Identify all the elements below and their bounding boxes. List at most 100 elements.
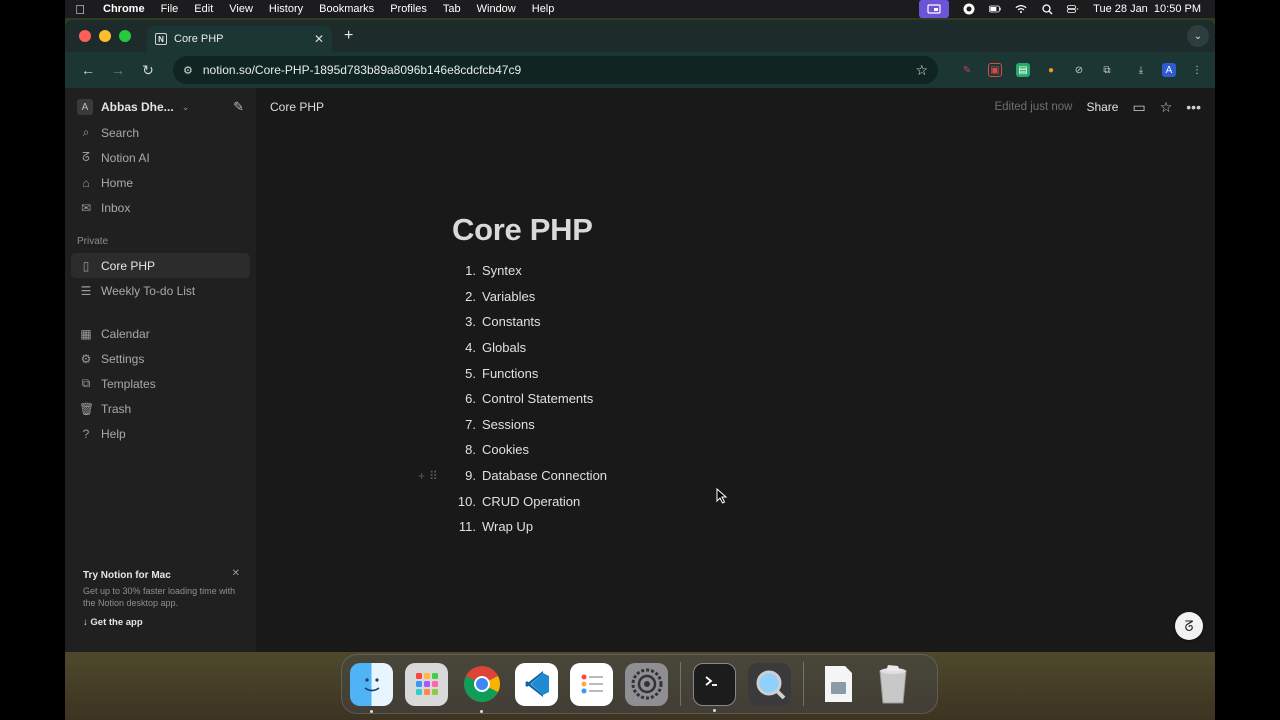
battery-icon[interactable]: [989, 4, 1001, 14]
menu-view[interactable]: View: [221, 3, 261, 15]
menubar-clock[interactable]: Tue 28 Jan 10:50 PM: [1093, 3, 1201, 15]
quicktime-app-icon[interactable]: [748, 662, 791, 706]
new-tab-button[interactable]: +: [344, 27, 353, 45]
chrome-app-icon[interactable]: [460, 663, 503, 713]
list-item[interactable]: 1. Syntex: [452, 258, 607, 284]
favorite-star-icon[interactable]: ☆: [1160, 99, 1173, 116]
close-tab-icon[interactable]: ✕: [314, 32, 324, 46]
new-page-icon[interactable]: ✎: [233, 99, 244, 115]
list-item[interactable]: 4. Globals: [452, 335, 607, 361]
list-text[interactable]: Functions: [482, 366, 538, 381]
url-text[interactable]: notion.so/Core-PHP-1895d783b89a8096b146e…: [203, 63, 521, 77]
list-item[interactable]: 2. Variables: [452, 284, 607, 310]
menu-help[interactable]: Help: [524, 3, 563, 15]
control-center-icon[interactable]: [1067, 4, 1079, 14]
menu-window[interactable]: Window: [469, 3, 524, 15]
sidebar-item-notion-ai[interactable]: ᘔ Notion AI: [71, 145, 250, 170]
sidebar-item-search[interactable]: ⌕ Search: [71, 120, 250, 145]
comments-icon[interactable]: ▭: [1132, 99, 1145, 116]
app-menu[interactable]: Chrome: [95, 3, 153, 15]
list-item[interactable]: 10. CRUD Operation: [452, 488, 607, 514]
list-item[interactable]: 7. Sessions: [452, 412, 607, 438]
sidebar-item-core-php[interactable]: ▯ Core PHP: [71, 253, 250, 278]
extension-icon-4[interactable]: ●: [1044, 63, 1058, 77]
menu-bookmarks[interactable]: Bookmarks: [311, 3, 382, 15]
page-title[interactable]: Core PHP: [452, 212, 607, 248]
list-number: 9.: [465, 468, 476, 484]
dock-separator: [803, 662, 804, 706]
menu-file[interactable]: File: [153, 3, 187, 15]
share-button[interactable]: Share: [1086, 100, 1118, 114]
breadcrumb[interactable]: Core PHP: [270, 100, 324, 114]
sidebar-item-inbox[interactable]: ✉ Inbox: [71, 195, 250, 220]
list-text[interactable]: Control Statements: [482, 391, 593, 406]
workspace-switcher[interactable]: A Abbas Dhe... ⌄ ✎: [65, 94, 256, 120]
reload-icon[interactable]: ↻: [135, 62, 161, 79]
menu-history[interactable]: History: [261, 3, 311, 15]
preview-document-icon[interactable]: [816, 663, 859, 706]
screen-mirror-icon[interactable]: [919, 0, 950, 18]
extension-icon-5[interactable]: ⊘: [1072, 63, 1086, 77]
sidebar-item-weekly-todo[interactable]: ☰ Weekly To-do List: [71, 278, 250, 303]
tab-search-chevron-icon[interactable]: ⌄: [1187, 25, 1209, 47]
sidebar-item-home[interactable]: ⌂ Home: [71, 170, 250, 195]
download-icon[interactable]: ⤓: [1134, 63, 1148, 77]
apple-menu-icon[interactable]: : [65, 2, 95, 17]
forward-arrow-icon[interactable]: →: [105, 62, 131, 78]
notion-ai-button[interactable]: ᘔ: [1175, 612, 1203, 640]
browser-tab[interactable]: N Core PHP ✕: [147, 26, 332, 52]
list-item[interactable]: 5. Functions: [452, 360, 607, 386]
menu-tab[interactable]: Tab: [435, 3, 469, 15]
terminal-app-icon[interactable]: [693, 662, 736, 712]
spotlight-search-icon[interactable]: [1041, 3, 1053, 14]
chrome-menu-icon[interactable]: ⋮: [1190, 63, 1204, 77]
list-item[interactable]: 3. Constants: [452, 309, 607, 335]
menu-edit[interactable]: Edit: [186, 3, 221, 15]
private-section-heading[interactable]: Private: [65, 220, 256, 253]
bookmark-star-icon[interactable]: ☆: [915, 62, 928, 79]
wifi-icon[interactable]: [1015, 4, 1027, 14]
list-text[interactable]: Sessions: [482, 417, 535, 432]
menu-profiles[interactable]: Profiles: [382, 3, 435, 15]
list-text[interactable]: Cookies: [482, 442, 529, 457]
close-window-button[interactable]: [79, 30, 91, 42]
extension-icon-1[interactable]: ✎: [960, 63, 974, 77]
more-options-icon[interactable]: •••: [1186, 99, 1201, 115]
list-item[interactable]: 8. Cookies: [452, 437, 607, 463]
sidebar-item-settings[interactable]: ⚙ Settings: [71, 346, 250, 371]
launchpad-app-icon[interactable]: [405, 662, 448, 706]
record-icon[interactable]: [963, 3, 975, 15]
extension-icon-2[interactable]: ▣: [988, 63, 1002, 77]
vscode-app-icon[interactable]: [515, 662, 558, 706]
list-item[interactable]: 6. Control Statements: [452, 386, 607, 412]
get-app-link[interactable]: ↓ Get the app: [83, 617, 238, 628]
sidebar-item-templates[interactable]: ⧉ Templates: [71, 371, 250, 396]
list-item[interactable]: 11. Wrap Up: [452, 514, 607, 540]
list-text[interactable]: Variables: [482, 289, 535, 304]
address-bar[interactable]: ⚙ notion.so/Core-PHP-1895d783b89a8096b14…: [173, 56, 938, 84]
finder-app-icon[interactable]: [350, 662, 393, 713]
drag-handle-icon[interactable]: ⠿: [429, 469, 442, 483]
puzzle-extensions-icon[interactable]: ⧉: [1100, 63, 1114, 77]
trash-app-icon[interactable]: [871, 663, 914, 706]
site-settings-icon[interactable]: ⚙: [183, 64, 193, 77]
add-block-icon[interactable]: +: [418, 469, 429, 483]
profile-avatar[interactable]: A: [1162, 63, 1176, 77]
close-promo-icon[interactable]: ✕: [232, 568, 240, 579]
sidebar-item-calendar[interactable]: ▦ Calendar: [71, 321, 250, 346]
list-text[interactable]: Wrap Up: [482, 519, 533, 534]
zoom-window-button[interactable]: [119, 30, 131, 42]
list-item[interactable]: +⠿ 9. Database Connection: [418, 463, 607, 489]
sidebar-item-help[interactable]: ? Help: [71, 421, 250, 446]
list-text[interactable]: Globals: [482, 340, 526, 355]
extension-icon-3[interactable]: ▤: [1016, 63, 1030, 77]
system-settings-app-icon[interactable]: [625, 662, 668, 706]
list-text[interactable]: Syntex: [482, 263, 522, 278]
reminders-app-icon[interactable]: [570, 662, 613, 706]
sidebar-item-trash[interactable]: 🗑 Trash: [71, 396, 250, 421]
back-arrow-icon[interactable]: ←: [75, 62, 101, 78]
list-text[interactable]: Database Connection: [482, 468, 607, 483]
list-text[interactable]: Constants: [482, 314, 541, 329]
list-text[interactable]: CRUD Operation: [482, 494, 580, 509]
minimize-window-button[interactable]: [99, 30, 111, 42]
